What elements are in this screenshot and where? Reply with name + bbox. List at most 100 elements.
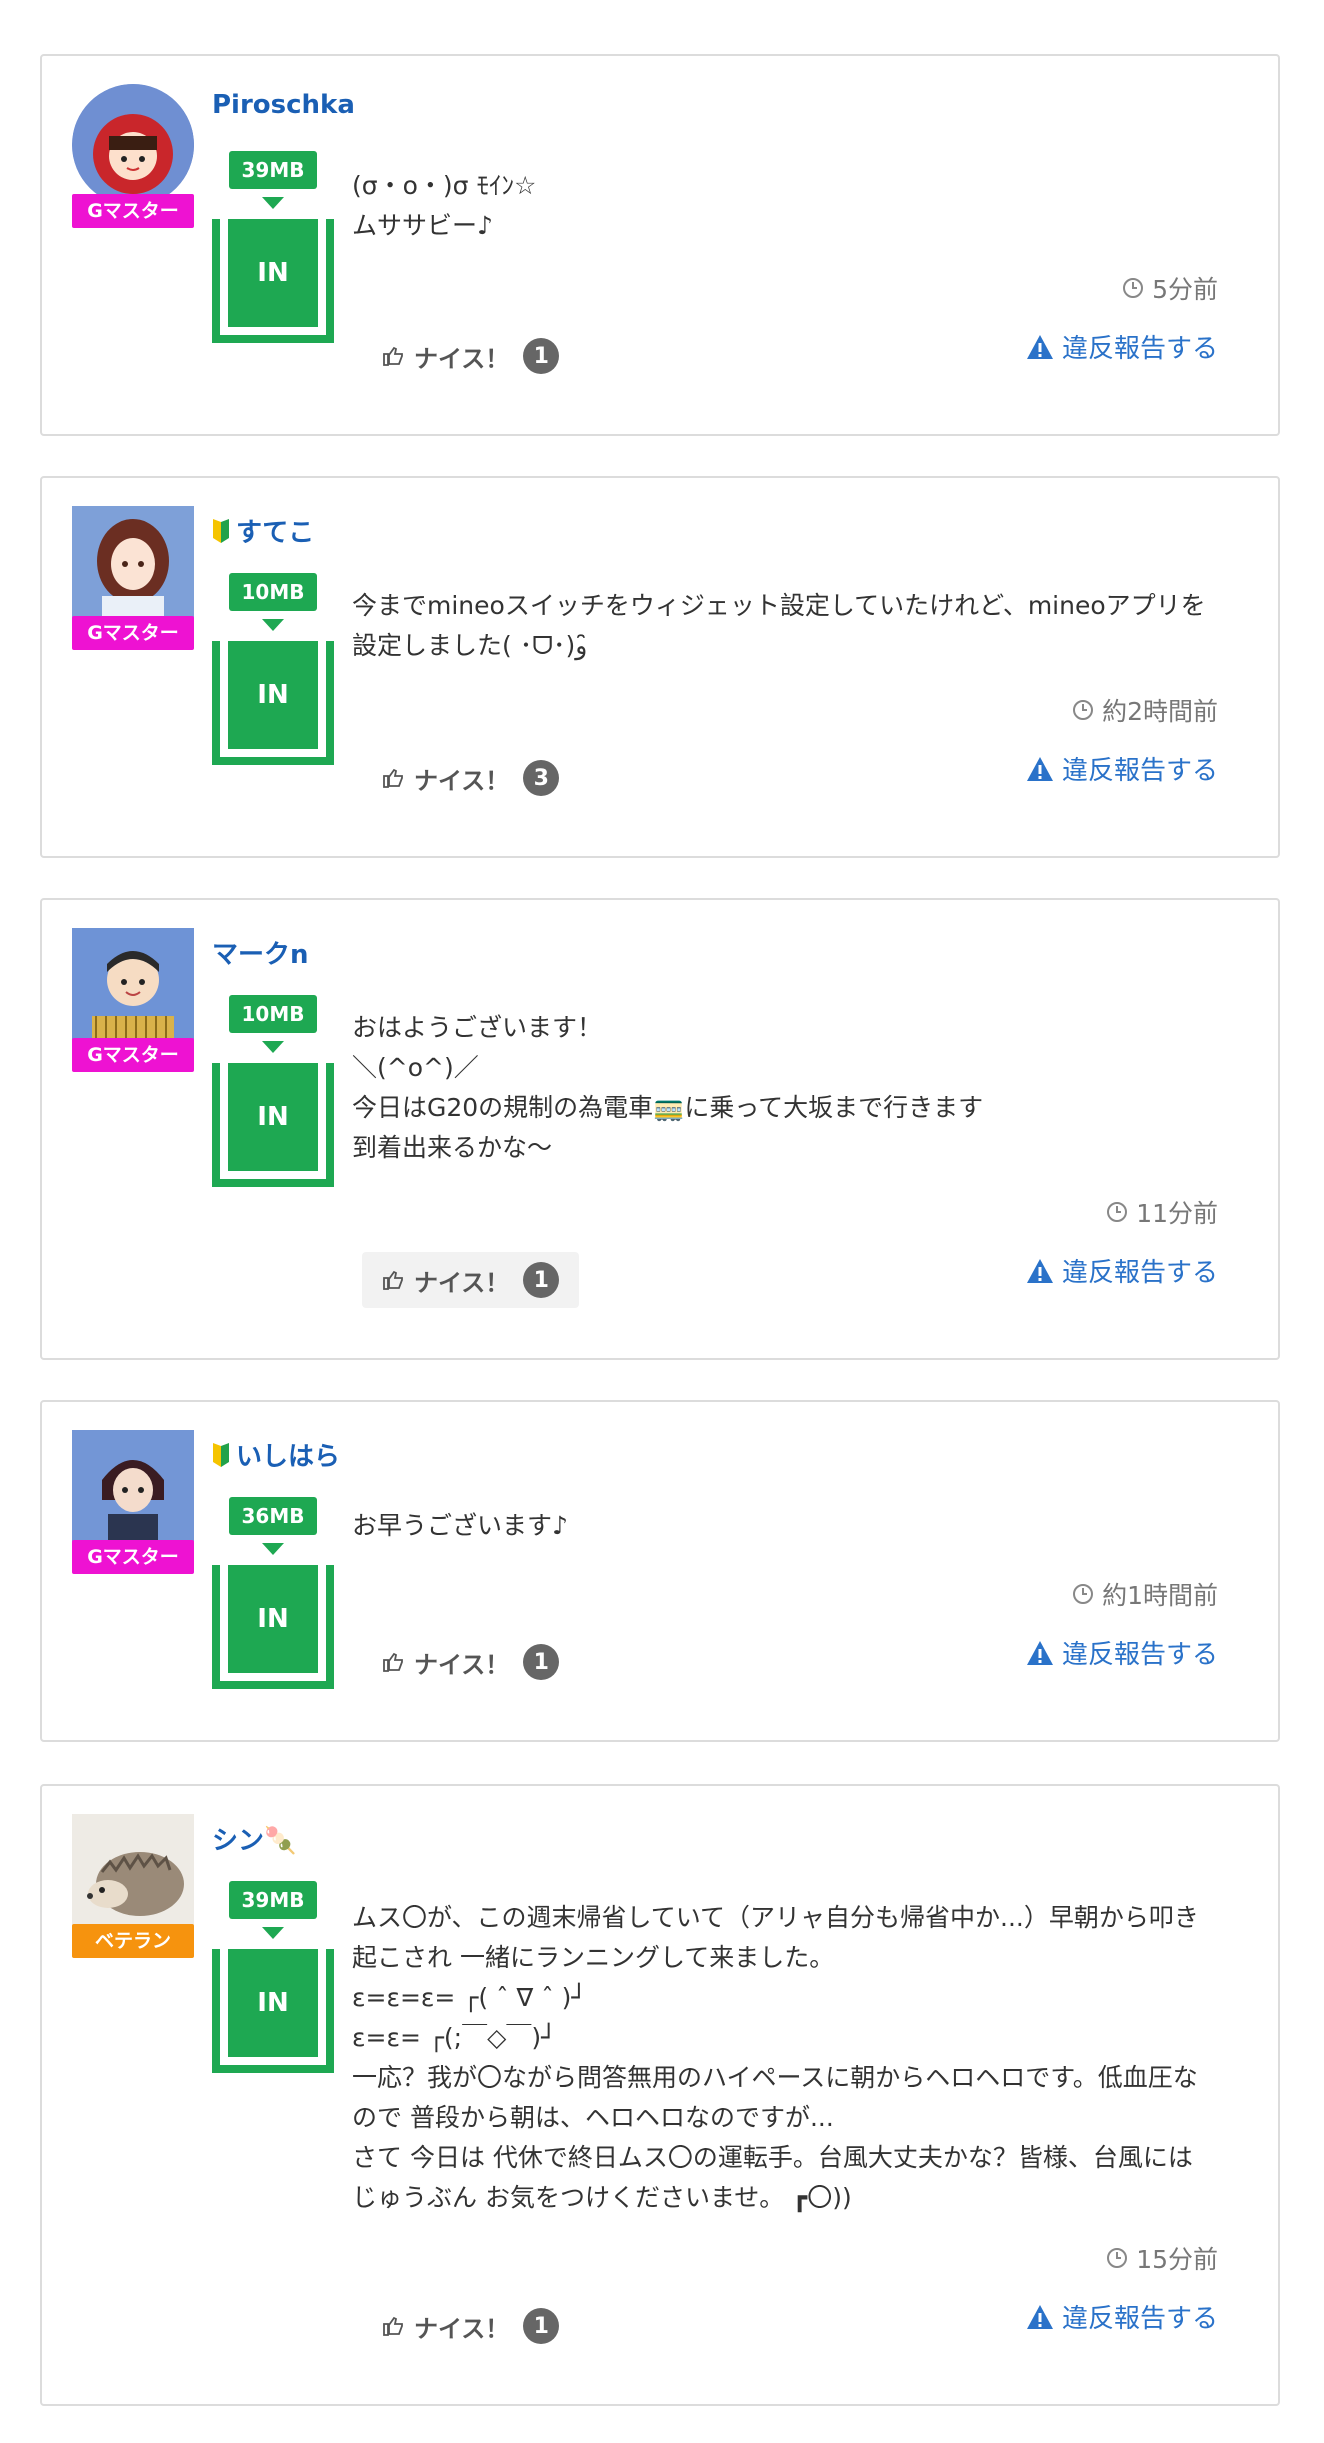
avatar-image [72,928,194,1050]
warning-icon [1026,1640,1053,1665]
thumbs-up-icon [383,2316,403,2336]
clock-icon [1107,2248,1128,2268]
post-text-line: ε=ε=ε= ┌( ˆ ∇ ˆ )┘ [352,1983,587,2012]
report-link[interactable]: 違反報告する [1026,328,1218,365]
user-name-link[interactable]: すてこ [212,512,314,549]
warning-icon [1026,756,1053,781]
in-indicator: IN [212,1565,334,1689]
report-link[interactable]: 違反報告する [1026,1634,1218,1671]
timestamp-text: 5分前 [1152,275,1218,304]
down-arrow-icon [262,619,284,631]
nice-button[interactable]: ナイス！ 1 [362,1252,580,1308]
in-label: IN [228,1063,318,1171]
down-arrow-icon [262,1543,284,1555]
beginner-mark-icon [213,1442,229,1467]
avatar-image [72,1814,194,1936]
nice-count: 1 [523,2308,560,2344]
report-label: 違反報告する [1061,756,1218,786]
nice-label: ナイス！ [414,2314,510,2343]
post-card: Gマスター マークn 10MB IN おはようございます！ ＼(^o^)／ 今日… [40,898,1280,1360]
thumbs-up-icon [383,1270,403,1290]
report-label: 違反報告する [1061,334,1218,364]
data-amount-label: 36MB [229,1497,317,1535]
clock-icon [1123,278,1144,298]
post-card: Gマスター Piroschka 39MB IN (σ・o・)σ ﾓｲﾝ☆ ムササ… [40,54,1280,436]
report-label: 違反報告する [1061,1640,1218,1670]
post-text-line: 今日はG20の規制の為電車🚃に乗って大坂まで行きます [352,1093,984,1122]
nice-label: ナイス！ [414,1268,510,1297]
avatar[interactable] [72,1814,194,1936]
rank-badge: ベテラン [72,1924,194,1958]
clock-icon [1073,1584,1094,1604]
avatar[interactable] [72,928,194,1050]
user-name-link[interactable]: シン🍡 [212,1820,296,1857]
user-name: マークn [212,940,309,970]
post-body: 今までmineoスイッチをウィジェット設定していたけれど、mineoアプリを設定… [352,586,1218,666]
timestamp-text: 15分前 [1136,2245,1218,2274]
timestamp: 5分前 [1122,270,1218,306]
report-link[interactable]: 違反報告する [1026,750,1218,787]
nice-count: 1 [523,1262,560,1298]
nice-count: 1 [523,338,560,374]
nice-button[interactable]: ナイス！ 3 [362,750,579,806]
user-name: いしはら [236,1442,341,1472]
thumbs-up-icon [383,346,403,366]
in-label: IN [228,219,318,327]
data-amount-label: 39MB [229,1881,317,1919]
rank-badge: Gマスター [72,194,194,228]
report-link[interactable]: 違反報告する [1026,2298,1218,2335]
post-body: おはようございます！ ＼(^o^)／ 今日はG20の規制の為電車🚃に乗って大坂ま… [352,1008,1218,1168]
thumbs-up-icon [383,768,403,788]
user-name: すてこ [236,518,315,548]
post-text-line: お早うございます♪ [352,1511,568,1540]
timestamp: 15分前 [1106,2240,1218,2276]
down-arrow-icon [262,1041,284,1053]
user-name: シン🍡 [212,1826,297,1856]
nice-count: 1 [523,1644,560,1680]
post-card: ベテラン シン🍡 39MB IN ムス〇が、この週末帰省していて（アリャ自分も帰… [40,1784,1280,2406]
avatar-image [72,1430,194,1552]
post-text-line: 到着出来るかな〜 [352,1133,553,1162]
warning-icon [1026,334,1053,359]
timestamp-text: 約2時間前 [1102,697,1218,726]
post-body: お早うございます♪ [352,1506,1218,1546]
avatar[interactable] [72,84,194,206]
timestamp-text: 約1時間前 [1102,1581,1218,1610]
report-label: 違反報告する [1061,1258,1218,1288]
warning-icon [1026,2304,1053,2329]
data-amount-label: 10MB [229,573,317,611]
user-name: Piroschka [212,90,355,120]
beginner-mark-icon [213,518,229,543]
down-arrow-icon [262,197,284,209]
in-label: IN [228,1949,318,2057]
post-body: (σ・o・)σ ﾓｲﾝ☆ ムササビー♪ [352,166,1218,246]
post-feed: Gマスター Piroschka 39MB IN (σ・o・)σ ﾓｲﾝ☆ ムササ… [0,0,1324,2443]
avatar[interactable] [72,1430,194,1552]
thumbs-up-icon [383,1652,403,1672]
nice-count: 3 [523,760,560,796]
avatar-image [72,506,194,628]
rank-badge: Gマスター [72,1038,194,1072]
report-label: 違反報告する [1061,2304,1218,2334]
user-name-link[interactable]: いしはら [212,1436,340,1473]
post-text-line: ＼(^o^)／ [352,1053,479,1082]
post-text-line: ムス〇が、この週末帰省していて（アリャ自分も帰省中か...）早朝から叩き起こされ… [352,1903,1199,1972]
post-card: Gマスター いしはら 36MB IN お早うございます♪ 約1時間前 ナイス！ … [40,1400,1280,1742]
nice-button[interactable]: ナイス！ 1 [362,328,579,384]
nice-label: ナイス！ [414,766,510,795]
post-body: ムス〇が、この週末帰省していて（アリャ自分も帰省中か...）早朝から叩き起こされ… [352,1898,1218,2218]
timestamp: 約1時間前 [1072,1576,1218,1612]
post-text-line: さて 今日は 代休で終日ムス〇の運転手。台風大丈夫かな？皆様、台風には じゅうぶ… [352,2143,1193,2212]
timestamp: 11分前 [1106,1194,1218,1230]
nice-button[interactable]: ナイス！ 1 [362,2298,579,2354]
post-text-line: おはようございます！ [352,1013,603,1042]
in-label: IN [228,641,318,749]
report-link[interactable]: 違反報告する [1026,1252,1218,1289]
user-name-link[interactable]: マークn [212,934,309,971]
nice-button[interactable]: ナイス！ 1 [362,1634,579,1690]
user-name-link[interactable]: Piroschka [212,90,355,120]
in-indicator: IN [212,1949,334,2073]
timestamp-text: 11分前 [1136,1199,1218,1228]
rank-badge: Gマスター [72,616,194,650]
avatar[interactable] [72,506,194,628]
